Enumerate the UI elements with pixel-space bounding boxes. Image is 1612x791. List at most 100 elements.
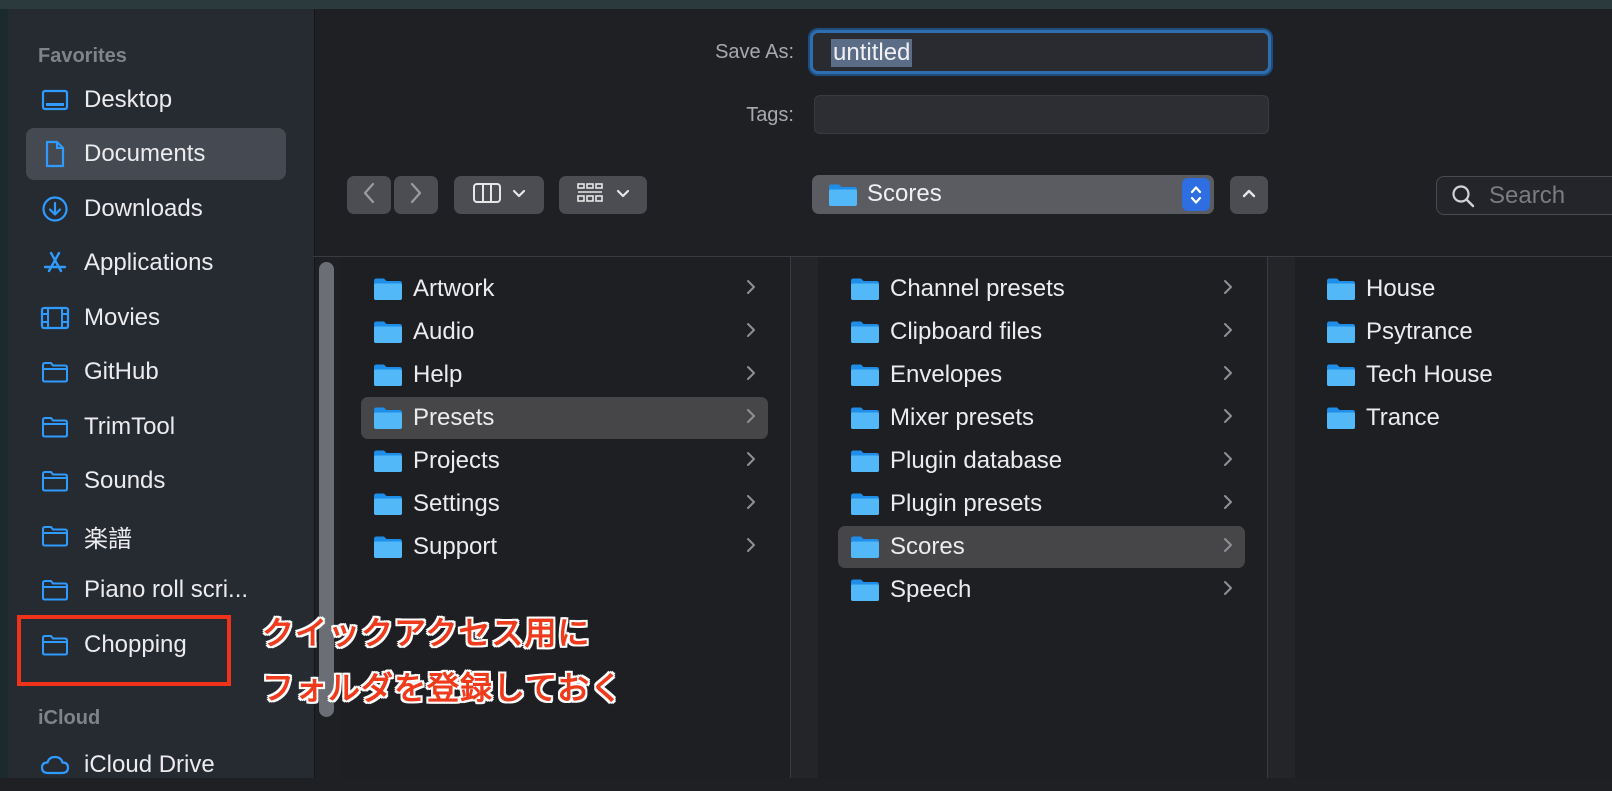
sidebar-item-label: GitHub [84,358,159,385]
column-divider[interactable] [790,257,819,778]
list-item[interactable]: Mixer presets [838,397,1245,439]
sidebar-item-trimtool[interactable]: TrimTool [26,401,286,453]
sidebar-item-gakufu[interactable]: 楽譜 [26,510,286,562]
list-item-label: Psytrance [1366,318,1473,345]
sidebar-item-downloads[interactable]: Downloads [26,183,286,235]
list-item[interactable]: Channel presets [838,268,1245,310]
background-window-strip [0,0,1612,9]
forward-button[interactable] [394,176,438,214]
chevron-down-icon [512,186,526,204]
save-as-field[interactable]: untitled [810,30,1271,74]
location-popup[interactable]: Scores [812,175,1214,214]
folder-icon [373,320,403,344]
chevron-right-icon [746,450,756,473]
folder-icon [1326,406,1356,430]
chevron-right-icon [746,278,756,301]
list-item[interactable]: Support [361,526,768,568]
annotation-highlight-box [17,615,231,686]
list-item-label: Channel presets [890,275,1065,302]
tags-field[interactable] [814,95,1269,134]
list-item[interactable]: Presets [361,397,768,439]
list-item-label: Support [413,533,498,560]
list-item[interactable]: Scores [838,526,1245,568]
folder-icon [828,183,858,212]
list-item[interactable]: Audio [361,311,768,353]
list-item[interactable]: Clipboard files [838,311,1245,353]
list-item-label: Plugin database [890,447,1063,474]
sidebar-item-icloud-drive[interactable]: iCloud Drive [26,739,286,791]
chevron-right-icon [746,321,756,344]
chevron-left-icon [362,182,376,209]
list-item[interactable]: Help [361,354,768,396]
folder-icon [850,363,880,387]
grid-icon [576,182,604,209]
chevron-right-icon [1223,450,1233,473]
list-item-label: Tech House [1366,361,1493,388]
list-item[interactable]: Speech [838,569,1245,611]
list-item-label: Speech [890,576,972,603]
icloud-heading: iCloud [38,707,101,729]
save-as-value: untitled [831,39,913,67]
document-icon [40,139,70,169]
folder-icon [373,363,403,387]
search-input[interactable]: Search [1436,176,1612,215]
list-item[interactable]: Psytrance [1314,311,1604,353]
sidebar-item-github[interactable]: GitHub [26,346,286,398]
folder-icon [373,449,403,473]
folder-icon [850,406,880,430]
tags-label: Tags: [746,104,794,126]
list-item[interactable]: Trance [1314,397,1604,439]
list-item[interactable]: Artwork [361,268,768,310]
back-button[interactable] [347,176,391,214]
sidebar-item-piano-roll-scripts[interactable]: Piano roll scri... [26,564,286,616]
folder-icon [373,277,403,301]
list-item[interactable]: Plugin presets [838,483,1245,525]
list-item[interactable]: Projects [361,440,768,482]
sidebar-item-applications[interactable]: Applications [26,237,286,289]
list-item-label: Artwork [413,275,495,302]
folder-icon [850,320,880,344]
list-item-label: Presets [413,404,495,431]
chevron-right-icon [746,407,756,430]
group-by-button[interactable] [559,176,647,214]
chevron-right-icon [1223,278,1233,301]
popup-stepper-icon [1182,178,1210,211]
list-item[interactable]: Settings [361,483,768,525]
search-placeholder: Search [1489,182,1566,209]
list-item[interactable]: Tech House [1314,354,1604,396]
annotation-text-line-1: クイックアクセス用に [262,615,591,651]
sidebar-item-label: Downloads [84,195,203,222]
list-item-label: Clipboard files [890,318,1043,345]
sidebar-item-sounds[interactable]: Sounds [26,455,286,507]
folder-icon [40,357,70,387]
background-window-edge [0,9,8,778]
list-item[interactable]: House [1314,268,1604,310]
list-item[interactable]: Envelopes [838,354,1245,396]
chevron-right-icon [409,182,423,209]
list-item-label: Audio [413,318,475,345]
folder-icon [373,406,403,430]
folder-icon [1326,277,1356,301]
view-mode-button[interactable] [454,176,544,214]
sidebar-item-label: Piano roll scri... [84,576,249,603]
folder-icon [373,535,403,559]
list-item-label: House [1366,275,1436,302]
folder-icon [1326,320,1356,344]
sidebar-item-label: Movies [84,304,161,331]
expand-collapse-button[interactable] [1230,176,1268,214]
sidebar-item-desktop[interactable]: Desktop [26,74,286,126]
sidebar-item-documents[interactable]: Documents [26,128,286,180]
list-item[interactable]: Plugin database [838,440,1245,482]
column-divider[interactable] [1267,257,1296,778]
location-label: Scores [867,180,942,207]
chevron-right-icon [1223,321,1233,344]
folder-icon [850,535,880,559]
applications-icon [40,248,70,278]
sidebar-item-label: 楽譜 [84,525,132,553]
sidebar-item-movies[interactable]: Movies [26,292,286,344]
chevron-up-icon [1241,186,1257,204]
list-item-label: Projects [413,447,500,474]
list-item-label: Trance [1366,404,1440,431]
list-item-label: Settings [413,490,500,517]
folder-icon [850,578,880,602]
